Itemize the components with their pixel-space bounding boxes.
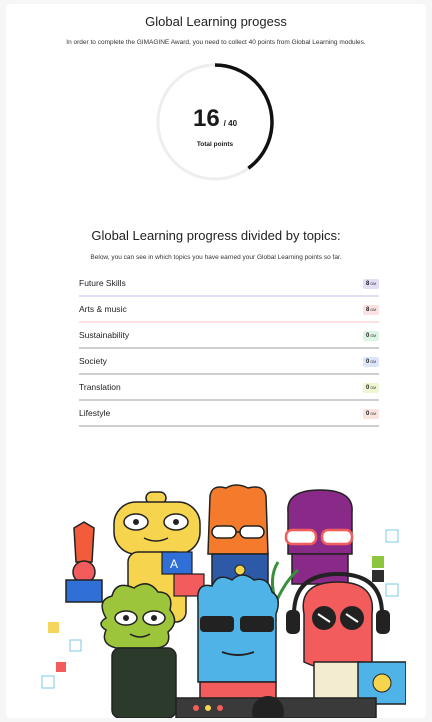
deco-square — [69, 639, 82, 652]
topic-name: Lifestyle — [79, 408, 111, 418]
deco-square — [372, 570, 384, 582]
svg-text:A: A — [170, 557, 178, 571]
deco-square — [56, 662, 66, 672]
points-value: 16 — [192, 105, 220, 132]
topic-name: Translation — [79, 382, 121, 392]
topic-points-badge: 8GM — [363, 305, 379, 315]
topic-progress-track — [79, 373, 379, 375]
deco-square — [385, 529, 399, 543]
red-character-head — [302, 581, 374, 671]
topic-points: 0 — [366, 411, 370, 417]
topics-title: Global Learning progress divided by topi… — [91, 228, 341, 243]
topic-row-arts-music: Arts & music 8GM — [79, 300, 379, 326]
topic-points-badge: 0GM — [363, 357, 379, 367]
topic-progress-fill — [79, 295, 379, 297]
points-label: Total points — [196, 141, 234, 148]
points-total: / 40 — [223, 119, 238, 128]
deco-square — [385, 583, 399, 597]
topic-progress-track — [79, 399, 379, 401]
deco-square — [41, 675, 55, 689]
page-title: Global Learning progess — [145, 14, 287, 29]
page-subtitle: In order to complete the GIMAGINE Award,… — [66, 39, 366, 46]
topic-unit: GM — [370, 308, 376, 312]
page-card: Global Learning progess In order to comp… — [6, 4, 426, 718]
topic-points-badge: 0GM — [363, 331, 379, 341]
topic-progress-track — [79, 321, 379, 323]
topic-points-badge: 0GM — [363, 409, 379, 419]
progress-ring: 16/ 40 Total points — [152, 59, 278, 185]
deco-square — [372, 556, 384, 568]
topic-points: 0 — [366, 333, 370, 339]
orange-character-head — [207, 484, 269, 555]
topic-name: Sustainability — [79, 330, 130, 340]
topic-progress-track — [79, 347, 379, 349]
topics-subtitle: Below, you can see in which topics you h… — [90, 254, 342, 261]
topic-name: Future Skills — [79, 278, 126, 288]
topic-row-sustainability: Sustainability 0GM — [79, 326, 379, 352]
topic-progress-fill — [79, 321, 379, 323]
topic-points: 8 — [366, 307, 370, 313]
topic-progress-track — [79, 425, 379, 427]
characters-illustration: A — [36, 482, 407, 718]
topic-row-society: Society 0GM — [79, 352, 379, 378]
topics-list: Future Skills 8GM Arts & music 8GM Susta… — [79, 274, 379, 430]
topic-points-badge: 8GM — [363, 279, 379, 289]
topic-unit: GM — [370, 412, 376, 416]
topic-unit: GM — [370, 334, 376, 338]
topic-row-future-skills: Future Skills 8GM — [79, 274, 379, 300]
deco-square — [48, 622, 59, 633]
box-object — [65, 579, 103, 603]
topic-name: Arts & music — [79, 304, 127, 314]
topic-points-badge: 0GM — [363, 383, 379, 393]
topic-unit: GM — [370, 360, 376, 364]
topic-unit: GM — [370, 282, 376, 286]
topic-points: 0 — [366, 385, 370, 391]
score: 16/ 40 — [152, 105, 278, 133]
characters-illustration-graphic: A — [41, 484, 407, 718]
topic-unit: GM — [370, 386, 376, 390]
topic-progress-track — [79, 295, 379, 297]
topic-row-lifestyle: Lifestyle 0GM — [79, 404, 379, 430]
topic-points: 8 — [366, 281, 370, 287]
topic-name: Society — [79, 356, 107, 366]
topic-row-translation: Translation 0GM — [79, 378, 379, 404]
tower-object — [73, 521, 95, 563]
topic-points: 0 — [366, 359, 370, 365]
